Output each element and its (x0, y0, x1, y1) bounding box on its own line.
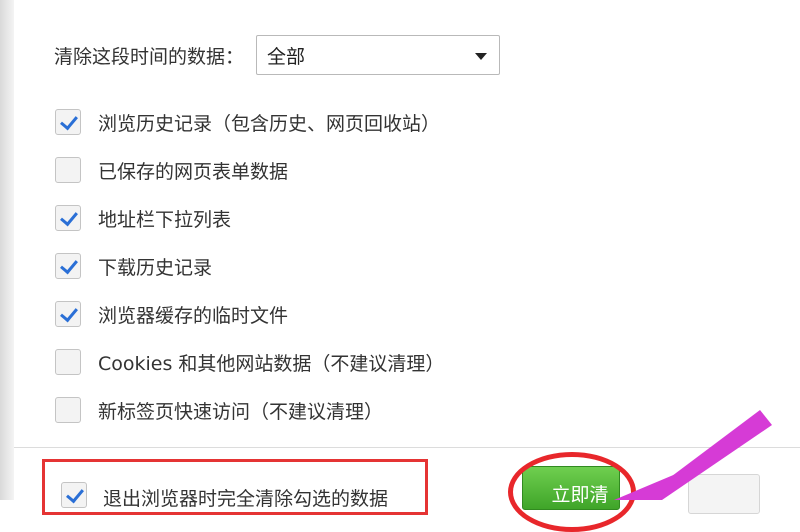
time-range-label: 清除这段时间的数据： (54, 45, 245, 68)
checkbox-address-bar-list[interactable] (55, 205, 81, 231)
option-label: 地址栏下拉列表 (98, 208, 232, 231)
option-label: Cookies 和其他网站数据（不建议清理） (98, 352, 445, 375)
checkbox-new-tab-quick-access[interactable] (55, 397, 81, 423)
checkbox-cache-files[interactable] (55, 301, 81, 327)
checkbox-cookies[interactable] (55, 349, 81, 375)
time-range-value: 全部 (267, 45, 306, 68)
time-range-row: 清除这段时间的数据： 全部 (54, 34, 501, 76)
time-range-select[interactable]: 全部 (256, 35, 501, 75)
footer-divider (14, 447, 800, 448)
option-browsing-history[interactable]: 浏览历史记录（包含历史、网页回收站） (55, 102, 440, 142)
option-saved-form-data[interactable]: 已保存的网页表单数据 (55, 150, 288, 190)
option-label: 浏览器缓存的临时文件 (98, 304, 289, 327)
option-label: 已保存的网页表单数据 (98, 160, 289, 183)
option-label: 新标签页快速访问（不建议清理） (98, 400, 384, 423)
arrow-head (614, 468, 690, 500)
checkbox-browsing-history[interactable] (55, 109, 81, 135)
chevron-down-icon (475, 53, 488, 60)
checkbox-exit-clear[interactable] (61, 482, 87, 508)
cancel-button[interactable] (688, 474, 760, 514)
exit-clear-label: 退出浏览器时完全清除勾选的数据 (103, 488, 389, 510)
option-download-history[interactable]: 下载历史记录 (55, 246, 212, 286)
option-address-bar-list[interactable]: 地址栏下拉列表 (55, 198, 231, 238)
option-label: 下载历史记录 (98, 256, 213, 279)
clear-data-dialog: 清除这段时间的数据： 全部 浏览历史记录（包含历史、网页回收站） 已保存的网页表… (0, 0, 800, 532)
checkbox-saved-form-data[interactable] (55, 157, 81, 183)
option-label: 浏览历史记录（包含历史、网页回收站） (98, 112, 441, 135)
clear-now-button[interactable]: 立即清 (522, 466, 620, 510)
dialog-left-edge (0, 0, 14, 500)
checkbox-download-history[interactable] (55, 253, 81, 279)
option-cache-files[interactable]: 浏览器缓存的临时文件 (55, 294, 288, 334)
exit-clear-option[interactable]: 退出浏览器时完全清除勾选的数据 (42, 459, 428, 515)
option-cookies[interactable]: Cookies 和其他网站数据（不建议清理） (55, 342, 444, 382)
option-new-tab-quick-access[interactable]: 新标签页快速访问（不建议清理） (55, 390, 383, 430)
